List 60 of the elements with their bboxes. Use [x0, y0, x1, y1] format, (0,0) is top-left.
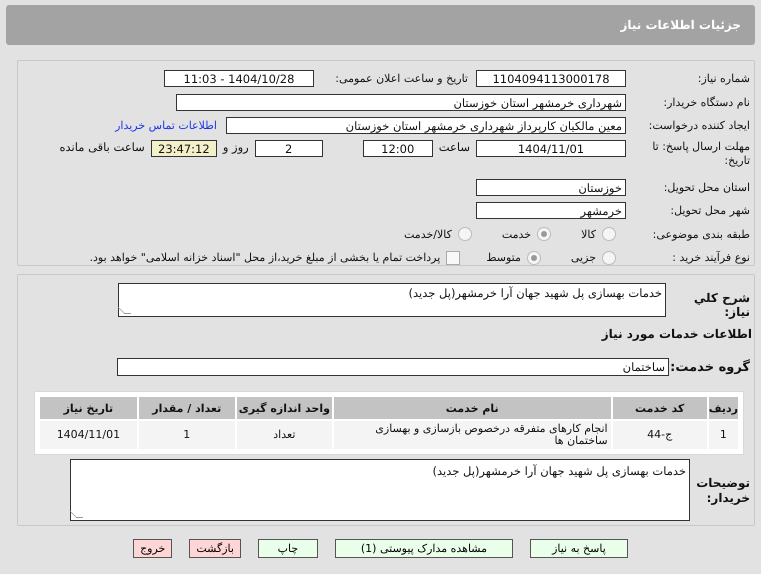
- field-label: استان محل تحویل:: [662, 180, 751, 194]
- option-label: متوسط: [486, 251, 521, 264]
- field-label: نام دستگاه خریدار:: [662, 96, 751, 109]
- field-label: شرح کلي نياز:: [692, 290, 751, 319]
- radio-button[interactable]: [458, 227, 472, 242]
- column-header: تاریخ نیاز: [40, 397, 137, 419]
- days-field: 2: [254, 140, 323, 156]
- announce-date-field: 1404/10/28 - 11:03: [164, 70, 314, 88]
- days-label: روز و: [222, 140, 249, 154]
- radio-button[interactable]: [537, 227, 552, 242]
- page-title: جزئیات اطلاعات نیاز: [620, 18, 741, 32]
- summary-textarea[interactable]: خدمات بهسازی پل شهید جهان آرا خرمشهر(پل جدید): [118, 283, 666, 317]
- action-button[interactable]: پاسخ به نیاز: [530, 539, 628, 558]
- table-cell: 1: [138, 421, 235, 449]
- action-button[interactable]: مشاهده مدارک پیوستی (1): [334, 539, 513, 558]
- deadline-time-field: 12:00: [362, 140, 433, 156]
- table-cell: 1: [708, 421, 738, 449]
- table-cell: ج-44: [612, 421, 707, 449]
- payment-note: پرداخت تمام یا بخشی از مبلغ خرید،از محل "اسناد خزانه اسلامی" خواهد بود.: [90, 251, 440, 264]
- field-label: تاریخ و ساعت اعلان عمومی:: [334, 72, 468, 86]
- buyer-org-field: شهرداری خرمشهر استان خوزستان: [176, 94, 626, 111]
- city-field: خرمشهر: [476, 202, 626, 220]
- column-header: ردیف: [708, 397, 738, 419]
- table-cell: 1404/11/01: [40, 421, 137, 449]
- service-group-field: ساختمان: [117, 358, 669, 376]
- time-label: ساعت: [438, 140, 470, 154]
- column-header: واحد اندازه گیری: [236, 397, 332, 419]
- field-label: شماره نیاز:: [696, 72, 751, 86]
- need-number-field: 1104094113000178: [476, 70, 626, 88]
- option-label: کالا/خدمت: [404, 228, 452, 241]
- requester-field: معین مالکیان کارپرداز شهرداری خرمشهر استان خوزستان: [226, 117, 626, 134]
- field-label: طبقه بندی موضوعی:: [652, 228, 751, 241]
- buyer-contact-link[interactable]: اطلاعات تماس خریدار: [115, 119, 217, 132]
- province-field: خوزستان: [476, 178, 626, 196]
- field-label: مهلت ارسال پاسخ: تا تاریخ:: [651, 140, 751, 168]
- buyer-notes-textarea[interactable]: خدمات بهسازی پل شهید جهان آرا خرمشهر(پل جدید): [70, 459, 690, 521]
- radio-button[interactable]: [602, 227, 616, 242]
- field-label: نوع فرآیند خرید :: [671, 251, 751, 264]
- field-label: گروه خدمت:: [669, 360, 751, 374]
- field-label: ایجاد کننده درخواست:: [648, 119, 751, 132]
- radio-button[interactable]: [526, 250, 541, 265]
- column-header: کد خدمت: [612, 397, 707, 419]
- action-button[interactable]: خروج: [133, 539, 172, 558]
- remaining-time-field: 23:47:12: [150, 140, 217, 156]
- field-label: توضیحات خریدار:: [695, 476, 751, 506]
- action-button[interactable]: بازگشت: [189, 539, 241, 558]
- field-label: شهر محل تحویل:: [669, 204, 751, 218]
- option-label: خدمت: [502, 228, 532, 241]
- option-label: جزیی: [570, 251, 596, 264]
- action-button[interactable]: چاپ: [258, 539, 318, 558]
- radio-button[interactable]: [602, 250, 616, 265]
- column-header: تعداد / مقدار: [138, 397, 235, 419]
- option-label: کالا: [581, 228, 596, 241]
- checkbox[interactable]: [446, 250, 460, 265]
- table-cell: انجام کارهای متفرقه درخصوص بازسازی و بهسازی ساختمان ها: [334, 421, 611, 449]
- column-header: نام خدمت: [334, 397, 611, 419]
- remaining-label: ساعت باقی مانده: [60, 140, 145, 154]
- deadline-date-field: 1404/11/01: [476, 140, 626, 156]
- section-title: اطلاعات خدمات مورد نیاز: [600, 326, 753, 343]
- table-cell: تعداد: [236, 421, 332, 449]
